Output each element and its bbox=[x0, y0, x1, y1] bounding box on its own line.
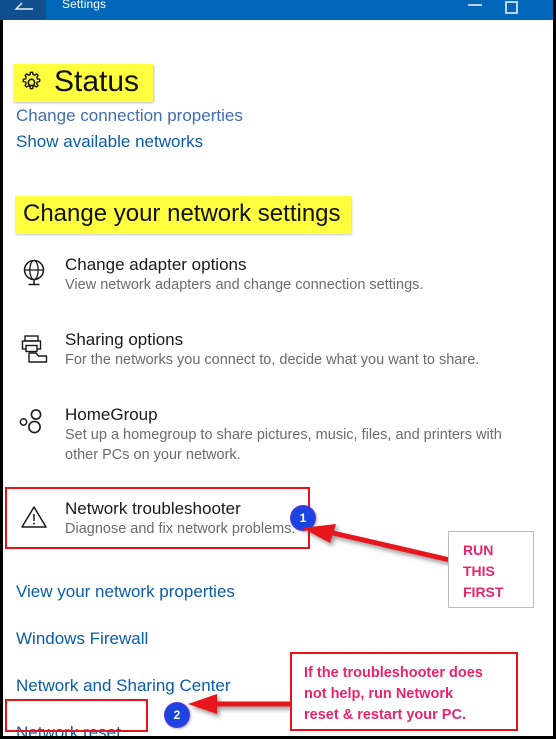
setting-row-text: Change adapter options View network adap… bbox=[65, 254, 423, 296]
annotation-box-network-reset bbox=[5, 699, 148, 732]
setting-title: Change adapter options bbox=[65, 255, 247, 274]
section-heading-change-network-settings: Change your network settings bbox=[15, 196, 351, 234]
annotation-box-troubleshooter bbox=[5, 487, 310, 549]
callout-line: FIRST bbox=[463, 584, 504, 600]
setting-title: HomeGroup bbox=[65, 405, 158, 424]
window-title: Settings bbox=[62, 0, 107, 11]
homegroup-icon bbox=[17, 406, 51, 440]
setting-row-change-adapter-options[interactable]: Change adapter options View network adap… bbox=[17, 254, 423, 296]
annotation-callout-network-reset-note: If the troubleshooter does not help, run… bbox=[290, 652, 518, 731]
printer-share-icon bbox=[17, 331, 51, 365]
setting-desc: View network adapters and change connect… bbox=[65, 277, 424, 294]
link-windows-firewall[interactable]: Windows Firewall bbox=[16, 629, 148, 649]
gear-icon bbox=[22, 71, 41, 89]
title-bar: Settings bbox=[0, 0, 553, 20]
minimize-icon bbox=[468, 4, 482, 6]
settings-content: Change connection properties Status Show… bbox=[0, 20, 553, 736]
page-title-text: Status bbox=[54, 65, 140, 98]
callout-line: reset & restart your PC. bbox=[304, 707, 466, 724]
back-button[interactable] bbox=[0, 0, 46, 20]
annotation-badge-1: 1 bbox=[290, 505, 316, 531]
annotation-callout-run-this-first: RUN THIS FIRST bbox=[448, 531, 534, 608]
callout-line: If the troubleshooter does bbox=[304, 665, 483, 681]
minimize-button[interactable] bbox=[460, 0, 494, 20]
setting-desc: Set up a homegroup to share pictures, mu… bbox=[65, 427, 502, 463]
callout-line: not help, run Network bbox=[304, 686, 454, 703]
setting-row-homegroup[interactable]: HomeGroup Set up a homegroup to share pi… bbox=[17, 404, 535, 465]
setting-row-sharing-options[interactable]: Sharing options For the networks you con… bbox=[17, 329, 479, 371]
maximize-icon bbox=[505, 1, 518, 14]
link-network-and-sharing-center[interactable]: Network and Sharing Center bbox=[16, 676, 231, 696]
back-arrow-icon bbox=[14, 2, 33, 10]
maximize-button[interactable] bbox=[496, 0, 530, 20]
link-show-available-networks[interactable]: Show available networks bbox=[16, 132, 203, 152]
annotation-badge-2: 2 bbox=[164, 702, 190, 728]
setting-title: Sharing options bbox=[65, 330, 184, 349]
settings-window: Settings Change connection properties St… bbox=[0, 0, 556, 739]
setting-row-text: HomeGroup Set up a homegroup to share pi… bbox=[65, 404, 535, 465]
setting-row-text: Sharing options For the networks you con… bbox=[65, 329, 479, 371]
setting-desc: For the networks you connect to, decide … bbox=[65, 352, 480, 369]
page-title: Status bbox=[13, 64, 154, 102]
link-change-connection-properties[interactable]: Change connection properties bbox=[16, 106, 243, 126]
globe-monitor-icon bbox=[17, 256, 51, 290]
link-view-your-network-properties[interactable]: View your network properties bbox=[16, 582, 235, 602]
callout-line: THIS bbox=[463, 563, 495, 579]
callout-line: RUN bbox=[463, 542, 494, 558]
